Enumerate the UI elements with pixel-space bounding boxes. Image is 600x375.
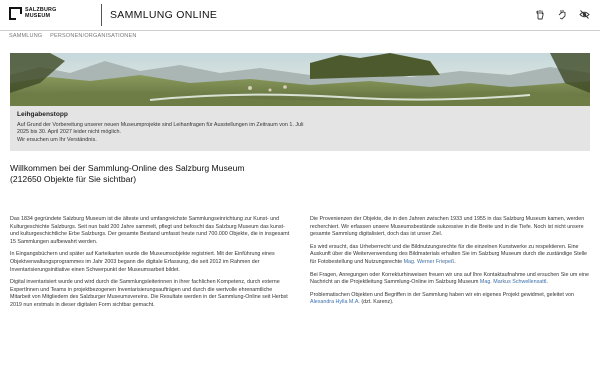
left-column: Das 1834 gegründete Salzburg Museum ist … xyxy=(10,216,290,315)
notice-title: Leihgabenstopp xyxy=(17,111,68,118)
copyright-paragraph: Es wird ersucht, das Urheberrecht und di… xyxy=(310,244,590,267)
provenance-paragraph: Die Provenienzen der Objekte, die in den… xyxy=(310,216,585,238)
welcome-title: Willkommen bei der Sammlung-Online des S… xyxy=(10,163,245,173)
notice-line: Wir ersuchen um Ihr Verständnis. xyxy=(17,136,97,143)
punctuation: . xyxy=(454,258,456,265)
intro-columns: Das 1834 gegründete Salzburg Museum ist … xyxy=(10,216,590,315)
hand-gesture-icon[interactable] xyxy=(556,8,568,20)
project-paragraph: Problematischen Objekten und Begriffen i… xyxy=(310,292,590,307)
header-divider xyxy=(101,4,102,26)
welcome-heading: Willkommen bei der Sammlung-Online des S… xyxy=(10,163,590,184)
karenz-note: (dzt. Karenz). xyxy=(359,299,394,306)
notice-line: 2025 bis 30. April 2027 leider nicht mög… xyxy=(17,129,121,136)
notice-line: Auf Grund der Vorbereitung unserer neuen… xyxy=(17,122,304,128)
intro-paragraph: In Eingangsbüchern und später auf Kartei… xyxy=(10,251,275,273)
app-header: SALZBURG MUSEUM SAMMLUNG ONLINE xyxy=(0,0,600,31)
loan-stop-notice: Leihgabenstopp Auf Grund der Vorbereitun… xyxy=(10,106,590,151)
intro-paragraph: Digital inventarisiert wurde und wird du… xyxy=(10,279,288,308)
right-column: Die Provenienzen der Objekte, die in den… xyxy=(310,216,590,315)
contact-link-friepess[interactable]: Mag. Werner Friepeß xyxy=(404,259,455,265)
punctuation: . xyxy=(546,279,548,286)
hero-panorama-image xyxy=(10,53,590,106)
object-count: (212650 Objekte für Sie sichtbar) xyxy=(10,173,137,184)
logo-text: SALZBURG MUSEUM xyxy=(25,7,57,19)
hand-accessibility-icon[interactable] xyxy=(534,8,546,20)
project-text: Problematischen Objekten und Begriffen i… xyxy=(310,291,574,298)
sub-navigation: SAMMLUNG PERSONEN/ORGANISATIONEN xyxy=(0,31,600,42)
logo-line-2: MUSEUM xyxy=(25,12,51,19)
contact-paragraph: Bei Fragen, Anregungen oder Korrekturhin… xyxy=(310,272,590,287)
nav-item-personen[interactable]: PERSONEN/ORGANISATIONEN xyxy=(50,33,136,39)
logo-mark xyxy=(9,7,22,20)
contact-link-schwellensattl[interactable]: Mag. Markus Schwellensattl xyxy=(480,279,547,285)
notice-text: Auf Grund der Vorbereitung unserer neuen… xyxy=(17,122,387,144)
app-title[interactable]: SAMMLUNG ONLINE xyxy=(110,9,217,21)
nav-item-sammlung[interactable]: SAMMLUNG xyxy=(9,33,42,39)
intro-paragraph: Das 1834 gegründete Salzburg Museum ist … xyxy=(10,216,290,245)
salzburg-museum-logo[interactable]: SALZBURG MUSEUM xyxy=(9,7,57,20)
eye-slash-icon[interactable] xyxy=(578,8,590,20)
header-icons xyxy=(534,8,590,20)
contact-link-hylla[interactable]: Alexandra Hylla M.A. xyxy=(310,299,360,305)
